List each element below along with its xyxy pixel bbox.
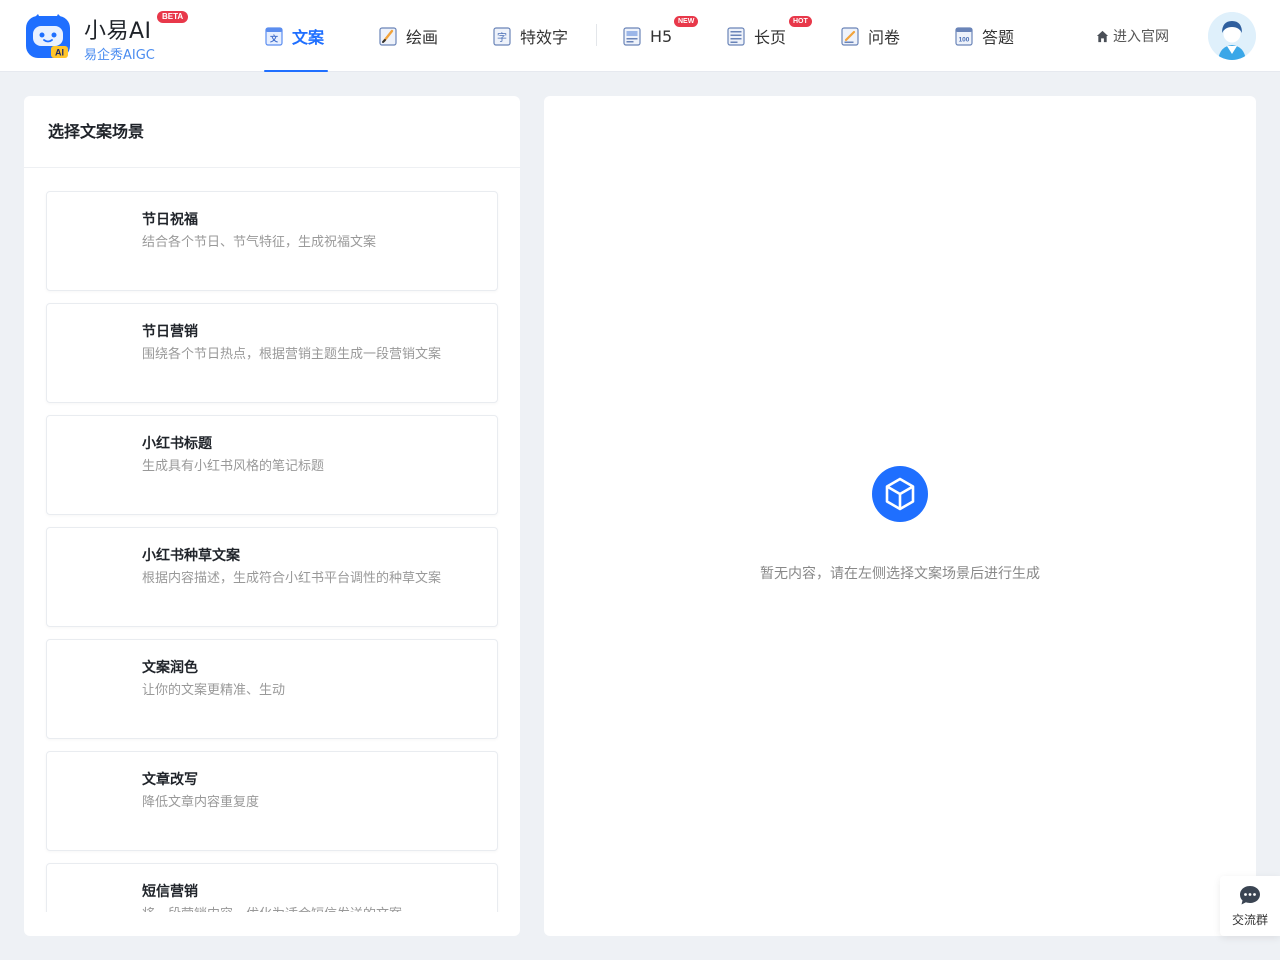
svg-text:字: 字 xyxy=(497,31,507,44)
h5-icon xyxy=(623,27,641,46)
hot-badge: HOT xyxy=(789,16,812,27)
scene-card-xiaohongshu-seeding[interactable]: 小红书种草文案 根据内容描述，生成符合小红书平台调性的种草文案 xyxy=(46,527,498,627)
scene-title: 节日祝福 xyxy=(142,212,198,228)
chat-icon xyxy=(1240,885,1260,904)
nav-label: 问卷 xyxy=(868,28,901,47)
user-avatar[interactable] xyxy=(1208,12,1256,60)
scene-title: 节日营销 xyxy=(142,324,198,340)
box-icon xyxy=(872,466,928,522)
scene-title: 小红书种草文案 xyxy=(142,548,240,564)
community-group-button[interactable]: 交流群 xyxy=(1220,876,1280,936)
survey-icon xyxy=(841,27,859,46)
nav-tab-h5[interactable]: H5 xyxy=(622,0,672,72)
scene-card-article-rewrite[interactable]: 文章改写 降低文章内容重复度 xyxy=(46,751,498,851)
nav-tab-copywriting[interactable]: 文 文案 xyxy=(264,0,328,72)
scene-card-xiaohongshu-title[interactable]: 小红书标题 生成具有小红书风格的笔记标题 xyxy=(46,415,498,515)
nav-divider xyxy=(596,24,597,46)
scene-description: 让你的文案更精准、生动 xyxy=(142,683,286,698)
scene-description: 生成具有小红书风格的笔记标题 xyxy=(142,459,325,474)
scene-card-festival-greeting[interactable]: 节日祝福 结合各个节日、节气特征，生成祝福文案 xyxy=(46,191,498,291)
nav-label: 答题 xyxy=(982,28,1015,47)
official-site-link[interactable]: 进入官网 xyxy=(1096,26,1169,46)
nav-tab-long-page[interactable]: 长页 xyxy=(726,0,786,72)
scene-description: 将一段营销内容，优化为适合短信发送的文案 xyxy=(142,903,402,912)
new-badge: NEW xyxy=(674,16,699,27)
nav-tab-quiz[interactable]: 100 答题 xyxy=(954,0,1014,72)
scene-title: 小红书标题 xyxy=(142,436,212,452)
scene-card-festival-marketing[interactable]: 节日营销 围绕各个节日热点，根据营销主题生成一段营销文案 xyxy=(46,303,498,403)
painting-icon xyxy=(379,27,397,46)
xiaoyi-logo-icon[interactable]: AI xyxy=(24,12,72,60)
user-avatar-icon xyxy=(1208,12,1256,60)
nav-label: 绘画 xyxy=(406,28,439,47)
scene-list[interactable]: 节日祝福 结合各个节日、节气特征，生成祝福文案 节日营销 围绕各个节日热点，根据… xyxy=(24,168,520,912)
quiz-icon: 100 xyxy=(955,27,973,46)
nav-tab-effect-text[interactable]: 字 特效字 xyxy=(492,0,568,72)
scene-description: 根据内容描述，生成符合小红书平台调性的种草文案 xyxy=(142,571,442,586)
nav-label: 长页 xyxy=(754,28,787,47)
scene-card-copy-polish[interactable]: 文案润色 让你的文案更精准、生动 xyxy=(46,639,498,739)
beta-badge: BETA xyxy=(157,11,189,23)
scene-description: 结合各个节日、节气特征，生成祝福文案 xyxy=(142,235,377,250)
brand-name: 小易AI xyxy=(84,19,152,44)
scene-card-sms-marketing[interactable]: 短信营销 将一段营销内容，优化为适合短信发送的文案 xyxy=(46,863,498,912)
active-tab-indicator xyxy=(264,70,328,72)
community-group-label: 交流群 xyxy=(1231,912,1268,927)
panel-title: 选择文案场景 xyxy=(24,96,520,168)
nav-tab-survey[interactable]: 问卷 xyxy=(840,0,900,72)
nav-label: H5 xyxy=(650,26,673,46)
result-panel: 暂无内容，请在左侧选择文案场景后进行生成 xyxy=(544,96,1256,936)
nav-tab-painting[interactable]: 绘画 xyxy=(378,0,438,72)
scene-title: 文案润色 xyxy=(142,660,198,676)
nav-label: 文案 xyxy=(292,28,325,47)
copywriting-icon: 文 xyxy=(265,27,283,46)
empty-state-text: 暂无内容，请在左侧选择文案场景后进行生成 xyxy=(760,566,1040,582)
scene-description: 围绕各个节日热点，根据营销主题生成一段营销文案 xyxy=(142,347,442,362)
nav-label: 特效字 xyxy=(520,28,569,47)
top-header: AI 小易AI BETA 易企秀AIGC 文 文案 绘画 字 特效字 H5 NE… xyxy=(0,0,1280,72)
brand-subtitle: 易企秀AIGC xyxy=(84,48,155,63)
official-site-label: 进入官网 xyxy=(1113,29,1169,45)
effect-text-icon: 字 xyxy=(493,27,511,46)
svg-text:AI: AI xyxy=(55,48,64,58)
scene-description: 降低文章内容重复度 xyxy=(142,795,260,810)
scene-title: 文章改写 xyxy=(142,772,198,788)
svg-text:文: 文 xyxy=(270,34,279,44)
scene-selection-panel: 选择文案场景 节日祝福 结合各个节日、节气特征，生成祝福文案 节日营销 围绕各个… xyxy=(24,96,520,936)
home-icon xyxy=(1096,30,1109,42)
scene-title: 短信营销 xyxy=(142,884,198,900)
long-page-icon xyxy=(727,27,745,46)
svg-text:100: 100 xyxy=(959,37,970,44)
